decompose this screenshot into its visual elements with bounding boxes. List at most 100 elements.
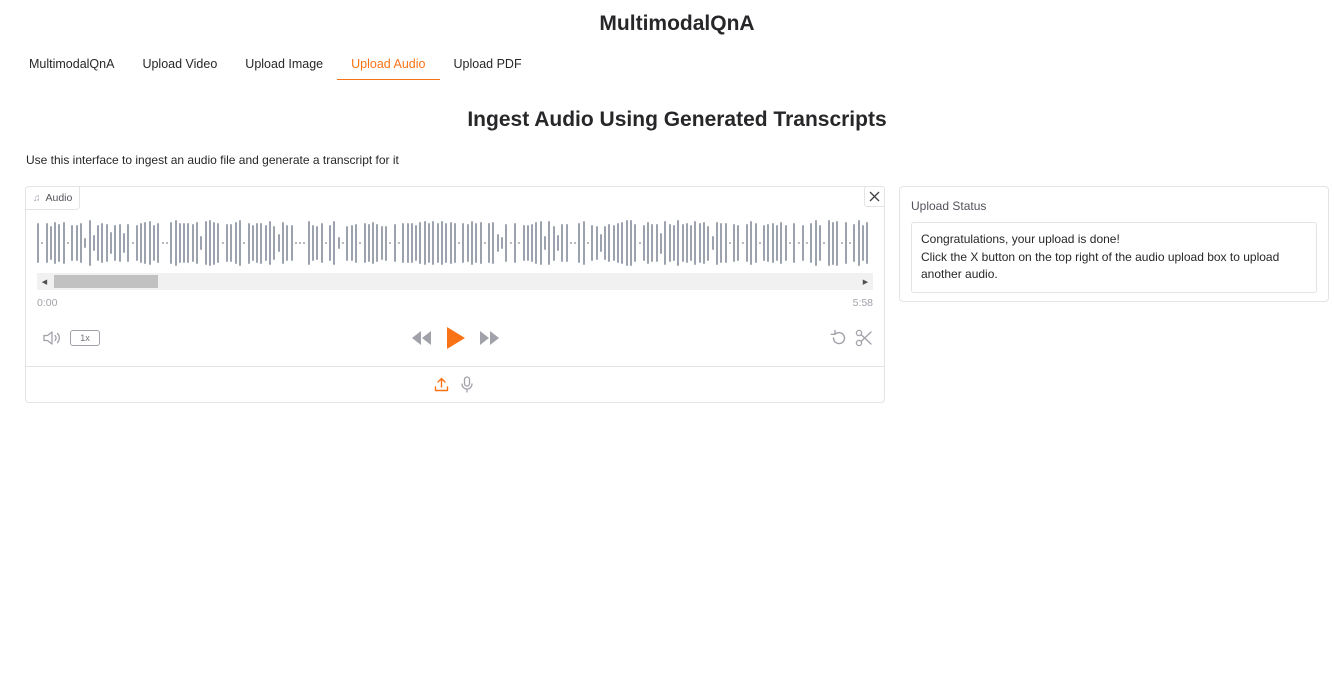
waveform-bar bbox=[552, 225, 555, 261]
clear-audio-button[interactable] bbox=[864, 186, 885, 207]
waveform-bar bbox=[234, 221, 237, 265]
waveform-bar bbox=[79, 223, 82, 263]
waveform-bar bbox=[428, 223, 431, 263]
waveform-bar bbox=[535, 222, 538, 264]
waveform-bar bbox=[771, 222, 774, 264]
waveform-bar bbox=[376, 224, 379, 262]
tab-multimodalqna[interactable]: MultimodalQnA bbox=[15, 49, 128, 80]
scroll-left-arrow[interactable]: ◀ bbox=[37, 273, 52, 290]
waveform-bar bbox=[806, 242, 809, 244]
upload-icon[interactable] bbox=[434, 377, 449, 392]
waveform-bar bbox=[647, 222, 650, 264]
waveform-bar bbox=[312, 225, 314, 261]
tab-upload-video[interactable]: Upload Video bbox=[128, 49, 231, 80]
waveform-bar bbox=[170, 221, 173, 265]
waveform-bar bbox=[88, 220, 91, 266]
waveform-bar bbox=[393, 224, 396, 262]
scissors-icon[interactable] bbox=[855, 329, 873, 347]
waveform-bar bbox=[415, 225, 418, 261]
waveform-bar bbox=[333, 221, 336, 265]
waveform-bar bbox=[655, 224, 658, 262]
waveform-bar bbox=[423, 220, 426, 266]
waveform-bar bbox=[715, 221, 718, 265]
waveform-bar bbox=[724, 223, 727, 263]
waveform-bar bbox=[290, 225, 293, 261]
waveform-bar bbox=[513, 222, 516, 264]
waveform-bar bbox=[758, 242, 761, 244]
upload-status-textbox[interactable]: Congratulations, your upload is done! Cl… bbox=[911, 222, 1317, 293]
waveform-bar bbox=[140, 223, 143, 263]
waveform-bar bbox=[720, 223, 723, 263]
waveform-bar bbox=[539, 221, 542, 265]
waveform-bar bbox=[187, 223, 190, 263]
waveform-bar bbox=[492, 222, 495, 264]
waveform-bar bbox=[453, 223, 456, 263]
waveform-bar bbox=[660, 232, 663, 254]
waveform-bar bbox=[165, 242, 168, 244]
waveform-bar bbox=[118, 224, 121, 262]
waveform-bar bbox=[303, 242, 306, 244]
tab-upload-audio[interactable]: Upload Audio bbox=[337, 49, 440, 80]
app-title: MultimodalQnA bbox=[599, 12, 755, 35]
waveform-bar bbox=[763, 225, 766, 261]
waveform-bar bbox=[144, 222, 147, 264]
duration-time: 5:58 bbox=[852, 297, 873, 309]
waveform-bar bbox=[698, 222, 701, 264]
waveform-bar bbox=[200, 236, 203, 250]
waveform-bar bbox=[784, 225, 787, 261]
waveform-bar bbox=[226, 223, 229, 263]
waveform-bar bbox=[745, 223, 748, 263]
play-icon[interactable] bbox=[446, 326, 466, 350]
waveform-bar bbox=[45, 223, 48, 263]
waveform-bar bbox=[122, 233, 125, 253]
volume-icon[interactable] bbox=[42, 329, 64, 347]
tab-upload-image[interactable]: Upload Image bbox=[231, 49, 337, 80]
waveform-bar bbox=[299, 242, 302, 244]
waveform-bar bbox=[591, 224, 594, 262]
waveform-bar bbox=[389, 242, 392, 244]
playback-speed-button[interactable]: 1x bbox=[70, 330, 100, 346]
tab-upload-pdf[interactable]: Upload PDF bbox=[440, 49, 536, 80]
rewind-icon[interactable] bbox=[411, 330, 433, 346]
waveform-bar bbox=[406, 222, 409, 264]
waveform-bar bbox=[810, 223, 813, 263]
waveform-bar bbox=[737, 224, 740, 262]
waveform-bar bbox=[195, 221, 198, 265]
status-message-line-1: Congratulations, your upload is done! bbox=[921, 232, 1120, 246]
waveform-bar bbox=[131, 242, 134, 244]
audio-waveform[interactable] bbox=[37, 217, 873, 269]
waveform-bar bbox=[466, 223, 469, 263]
waveform-bar bbox=[281, 222, 284, 264]
upload-status-label: Upload Status bbox=[911, 199, 987, 213]
waveform-bar bbox=[183, 223, 186, 263]
waveform-scrollbar[interactable]: ◀ ▶ bbox=[37, 273, 873, 290]
waveform-bar bbox=[41, 242, 44, 244]
waveform-bar bbox=[37, 222, 39, 264]
waveform-bar bbox=[587, 242, 589, 244]
waveform-bar bbox=[62, 222, 65, 264]
waveform-bar bbox=[419, 222, 422, 264]
waveform-bar bbox=[397, 242, 400, 244]
scrollbar-thumb[interactable] bbox=[54, 275, 158, 288]
waveform-bar bbox=[135, 224, 138, 262]
waveform-bar bbox=[71, 224, 74, 262]
waveform-bar bbox=[458, 242, 461, 244]
fast-forward-icon[interactable] bbox=[479, 330, 501, 346]
waveform-bar bbox=[114, 224, 117, 262]
waveform-bar bbox=[733, 223, 736, 263]
waveform-bar bbox=[638, 242, 641, 244]
waveform-bar bbox=[544, 235, 547, 251]
waveform-bar bbox=[238, 220, 241, 266]
waveform-bar bbox=[294, 242, 297, 244]
waveform-bar bbox=[178, 223, 181, 263]
waveform-bar bbox=[148, 221, 151, 265]
scroll-right-arrow[interactable]: ▶ bbox=[858, 273, 873, 290]
waveform-bar bbox=[436, 223, 439, 263]
waveform-bar bbox=[556, 235, 559, 251]
waveform-bar bbox=[634, 223, 637, 263]
waveform-bar bbox=[105, 224, 108, 262]
microphone-icon[interactable] bbox=[460, 376, 474, 393]
undo-icon[interactable] bbox=[830, 329, 848, 347]
waveform-bar bbox=[629, 220, 632, 266]
waveform-bar bbox=[217, 222, 220, 264]
